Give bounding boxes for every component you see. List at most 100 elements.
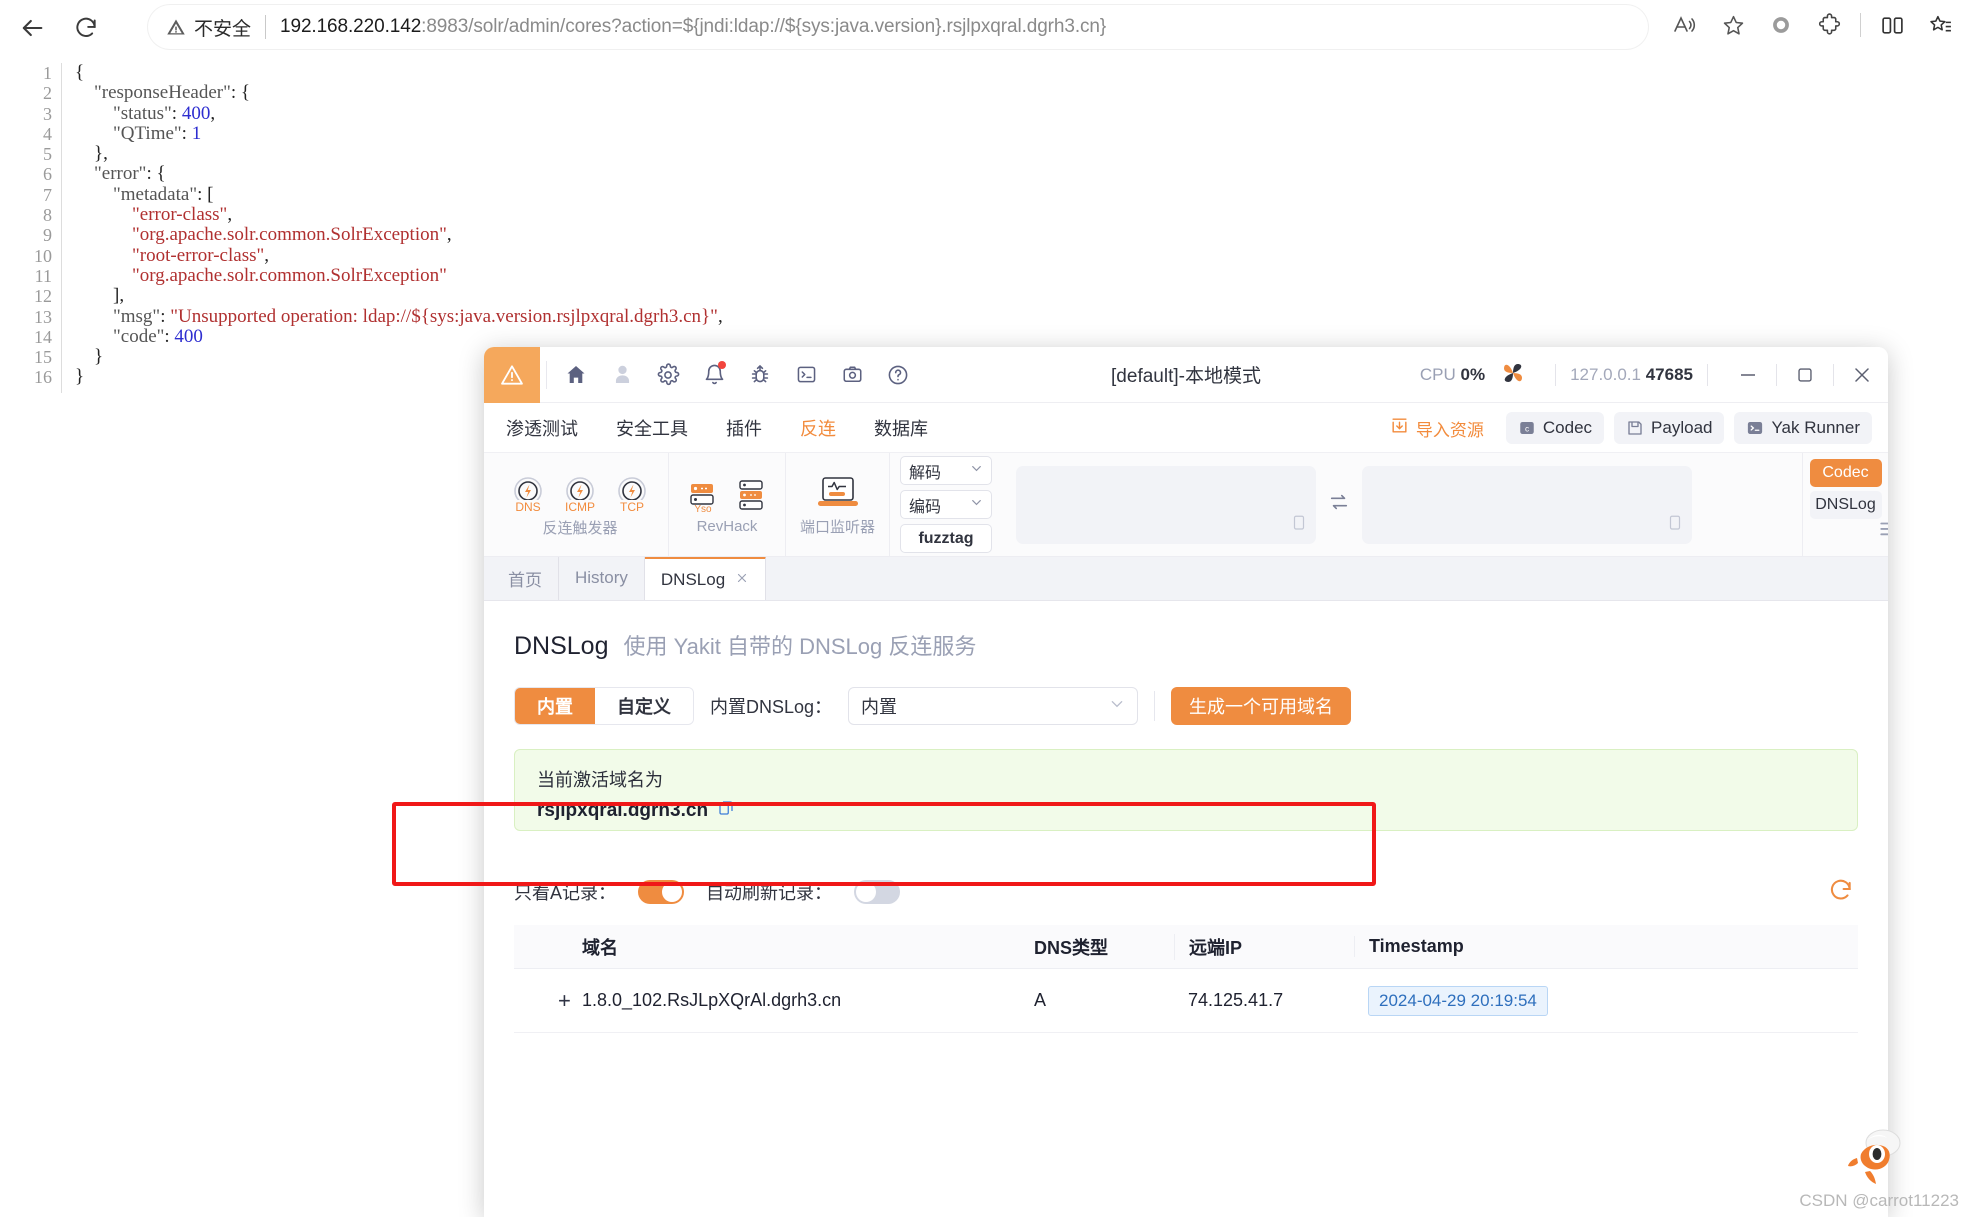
generate-domain-button[interactable]: 生成一个可用域名 <box>1171 687 1352 725</box>
menu-item-plugins[interactable]: 插件 <box>726 415 762 441</box>
read-aloud-icon[interactable] <box>1664 4 1706 46</box>
cpu-status: CPU 0% <box>1420 365 1485 385</box>
table-row[interactable]: + 1.8.0_102.RsJLpXQrAl.dgrh3.cn A 74.125… <box>514 969 1858 1033</box>
expand-row-button[interactable]: + <box>514 988 582 1014</box>
decode-dropdown[interactable]: 解码 <box>900 456 993 485</box>
port-listener-group[interactable]: 端口监听器 <box>786 453 891 556</box>
favorite-star-icon[interactable] <box>1712 4 1754 46</box>
line-number: 4 <box>43 123 52 144</box>
codec-sidebar-tab-dnslog[interactable]: DNSLog <box>1809 491 1882 519</box>
yak-runner-button[interactable]: Yak Runner <box>1734 412 1872 444</box>
only-a-record-label: 只看A记录： <box>514 883 617 903</box>
revhack-icons: Yso <box>683 475 771 515</box>
encode-label: 编码 <box>909 498 942 516</box>
sort-ascending-icon[interactable] <box>1878 517 1888 548</box>
refresh-icon[interactable] <box>1828 877 1854 908</box>
split-screen-icon[interactable] <box>1871 4 1913 46</box>
minimize-button[interactable] <box>1722 347 1774 403</box>
dnslog-mode-segmented: 内置 自定义 <box>514 687 694 725</box>
watermark-text: CSDN @carrot11223 <box>1799 1191 1959 1210</box>
encode-dropdown[interactable]: 编码 <box>900 490 993 519</box>
codec-input-textarea[interactable] <box>1016 465 1317 544</box>
reload-icon[interactable] <box>64 6 108 50</box>
close-button[interactable] <box>1836 347 1888 403</box>
terminal-icon[interactable] <box>783 352 829 398</box>
tab-history-label: History <box>575 568 628 587</box>
builtin-dnslog-value: 内置 <box>861 697 898 717</box>
dns-trigger-button[interactable]: DNS <box>506 471 550 514</box>
tab-close-icon[interactable] <box>735 569 749 590</box>
address-bar[interactable]: 不安全 192.168.220.142:8983/solr/admin/core… <box>148 5 1648 49</box>
fuzztag-button[interactable]: fuzztag <box>900 524 993 553</box>
menu-item-security-tools[interactable]: 安全工具 <box>616 415 688 441</box>
dns-records-table: 域名 DNS类型 远端IP Timestamp + 1.8.0_102.RsJL… <box>514 925 1858 1033</box>
codec-sidebar-tabs: Codec DNSLog <box>1802 453 1888 556</box>
mode-custom-button[interactable]: 自定义 <box>595 688 693 724</box>
mode-builtin-button[interactable]: 内置 <box>515 688 595 724</box>
codec-sidebar-tab-codec[interactable]: Codec <box>1809 459 1882 487</box>
auto-refresh-toggle[interactable] <box>854 880 901 904</box>
payload-button[interactable]: Payload <box>1614 412 1725 444</box>
titlebar-divider <box>546 360 547 389</box>
yakit-title-bar: [default]-本地模式 CPU 0% 127.0.0.1 47685 <box>484 347 1888 403</box>
line-number: 2 <box>43 83 52 104</box>
bug-icon[interactable] <box>737 352 783 398</box>
maximize-button[interactable] <box>1779 347 1831 403</box>
codec-output-textarea[interactable] <box>1362 465 1693 544</box>
revhack-group[interactable]: Yso RevHack <box>669 453 786 556</box>
cell-remote-ip: 74.125.41.7 <box>1188 990 1284 1010</box>
only-a-record-toggle[interactable] <box>638 880 685 904</box>
terminal-icon <box>1746 419 1764 437</box>
yakit-menu-bar: 渗透测试 安全工具 插件 反连 数据库 导入资源 c Codec Payload… <box>484 403 1888 453</box>
table-header-row: 域名 DNS类型 远端IP Timestamp <box>514 925 1858 969</box>
cpu-label: CPU <box>1419 365 1456 384</box>
security-indicator[interactable]: 不安全 <box>166 14 251 41</box>
dnslog-heading-subtitle: 使用 Yakit 自带的 DNSLog 反连服务 <box>623 634 977 659</box>
reverse-trigger-group: DNS ICMP TCP 反连触发器 <box>492 453 669 556</box>
codec-button[interactable]: c Codec <box>1505 412 1605 444</box>
tcp-trigger-button[interactable]: TCP <box>610 471 654 514</box>
line-number: 14 <box>34 326 52 347</box>
help-icon[interactable] <box>875 352 921 398</box>
builtin-dnslog-select[interactable]: 内置 <box>848 687 1139 725</box>
reverse-trigger-caption: 反连触发器 <box>542 520 618 537</box>
back-arrow-icon[interactable] <box>10 6 54 50</box>
column-header-remote-ip[interactable]: 远端IP <box>1174 933 1354 960</box>
url-text[interactable]: 192.168.220.142:8983/solr/admin/cores?ac… <box>280 16 1106 38</box>
import-resource-button[interactable]: 导入资源 <box>1390 416 1484 441</box>
payload-icon <box>1626 419 1644 437</box>
code-line: "error": { <box>94 163 166 185</box>
warning-triangle-icon[interactable] <box>484 347 540 403</box>
port-listener-icon-row <box>815 473 861 513</box>
tab-dnslog[interactable]: DNSLog <box>644 556 767 600</box>
swap-icon[interactable] <box>1328 491 1350 518</box>
code-line: "QTime": 1 <box>113 122 202 144</box>
menu-item-reverse[interactable]: 反连 <box>800 415 836 441</box>
active-domain-callout: 当前激活域名为 rsjlpxqral.dgrh3.cn <box>514 749 1858 831</box>
dnslog-heading: DNSLog 使用 Yakit 自带的 DNSLog 反连服务 <box>514 629 1858 661</box>
bell-icon[interactable] <box>691 352 737 398</box>
tab-history[interactable]: History <box>559 556 645 600</box>
copy-icon[interactable] <box>1290 513 1308 538</box>
copy-icon[interactable] <box>717 799 735 823</box>
line-number: 9 <box>43 225 52 246</box>
home-icon[interactable] <box>553 352 599 398</box>
line-number: 11 <box>34 265 52 286</box>
import-label: 导入资源 <box>1415 420 1484 440</box>
favorites-bar-icon[interactable] <box>1919 4 1961 46</box>
column-header-domain[interactable]: 域名 <box>514 934 1034 960</box>
menu-item-database[interactable]: 数据库 <box>874 415 928 441</box>
user-icon[interactable] <box>599 352 645 398</box>
gear-icon[interactable] <box>645 352 691 398</box>
collections-icon[interactable] <box>1760 4 1802 46</box>
column-header-dns-type[interactable]: DNS类型 <box>1034 934 1174 960</box>
tab-home[interactable]: 首页 <box>492 556 559 600</box>
camera-icon[interactable] <box>829 352 875 398</box>
copy-icon[interactable] <box>1666 513 1684 538</box>
menu-item-pentest[interactable]: 渗透测试 <box>506 415 578 441</box>
icmp-trigger-button[interactable]: ICMP <box>558 471 602 514</box>
column-header-timestamp[interactable]: Timestamp <box>1354 936 1614 957</box>
extensions-icon[interactable] <box>1808 4 1850 46</box>
line-number: 6 <box>43 164 52 185</box>
tcp-trigger-label: TCP <box>618 500 646 514</box>
